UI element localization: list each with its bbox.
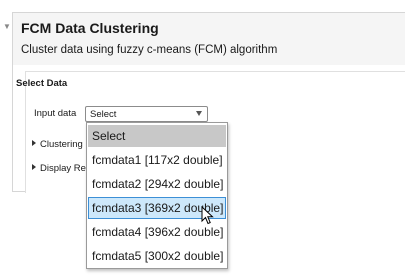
expand-triangle-icon	[32, 164, 36, 170]
input-data-select-value: Select	[90, 109, 117, 120]
expand-triangle-icon	[32, 140, 36, 146]
task-subtitle: Cluster data using fuzzy c-means (FCM) a…	[21, 44, 278, 56]
select-data-heading: Select Data	[16, 78, 68, 89]
input-data-select[interactable]: Select	[85, 106, 208, 122]
dropdown-option-fcmdata2[interactable]: fcmdata2 [294x2 double]	[88, 173, 226, 195]
task-header: FCM Data Clustering Cluster data using f…	[13, 13, 405, 65]
dropdown-option-fcmdata1[interactable]: fcmdata1 [117x2 double]	[88, 149, 226, 171]
chevron-down-icon[interactable]: ▼	[3, 22, 11, 32]
dropdown-option-select[interactable]: Select	[88, 125, 226, 147]
display-results-section-toggle[interactable]: Display Re	[32, 163, 86, 175]
task-title: FCM Data Clustering	[21, 20, 159, 36]
dropdown-arrow-icon	[196, 111, 202, 116]
input-data-dropdown-list[interactable]: Select fcmdata1 [117x2 double] fcmdata2 …	[86, 122, 228, 269]
clustering-section-toggle[interactable]: Clustering	[32, 139, 83, 151]
display-results-section-label: Display Re	[40, 163, 86, 174]
clustering-section-label: Clustering	[40, 139, 83, 150]
mouse-pointer-icon	[201, 206, 214, 225]
dropdown-option-fcmdata5[interactable]: fcmdata5 [300x2 double]	[88, 245, 226, 267]
live-task-page: ▼ FCM Data Clustering Cluster data using…	[0, 0, 405, 278]
input-data-label: Input data	[34, 108, 77, 119]
